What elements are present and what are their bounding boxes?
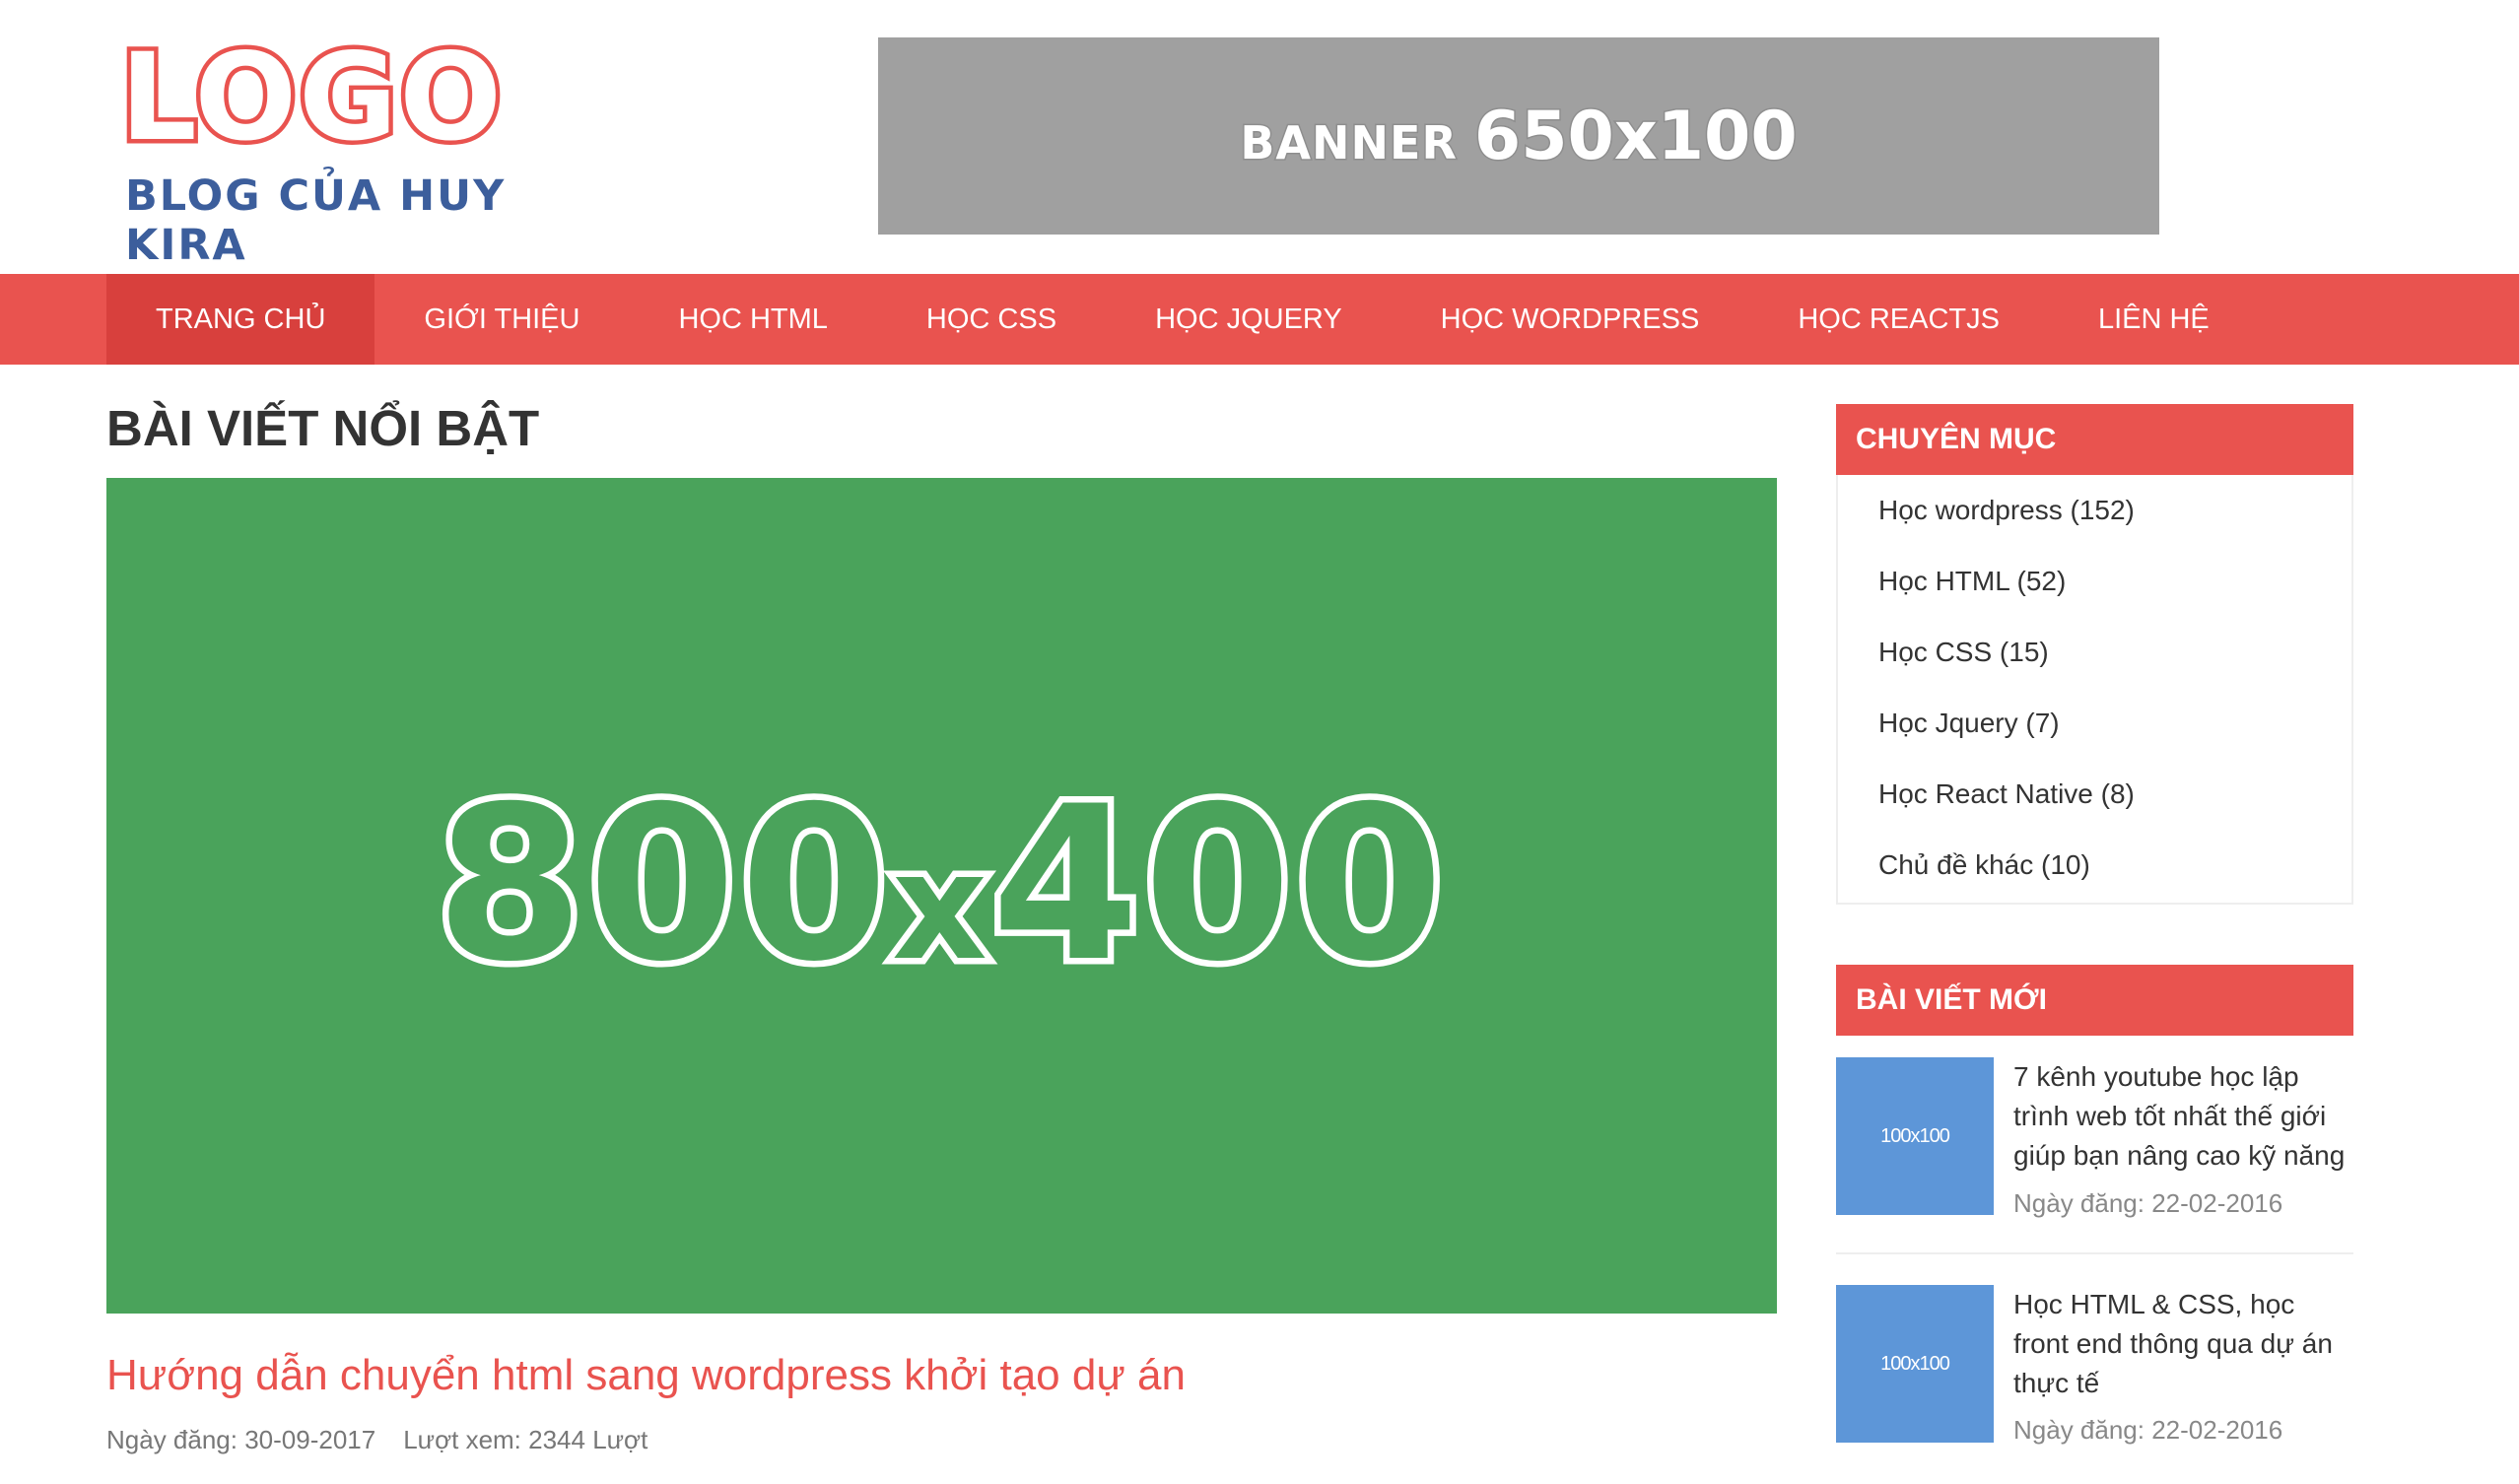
banner-label: BANNER	[1239, 114, 1459, 170]
header-banner-ad[interactable]: BANNER 650x100	[878, 37, 2159, 235]
site-logo[interactable]: LOGO BLOG CỦA HUY KIRA	[116, 28, 633, 271]
recent-post-item: 100x100 Học HTML & CSS, học front end th…	[1836, 1285, 2353, 1482]
image-height-text: 400	[985, 760, 1450, 1008]
nav-item-home[interactable]: TRANG CHỦ	[106, 274, 375, 365]
featured-section-title: BÀI VIẾT NỔI BẬT	[106, 400, 540, 456]
recent-posts-widget-title: BÀI VIẾT MỚI	[1836, 965, 2353, 1036]
nav-item-jquery[interactable]: HỌC JQUERY	[1106, 274, 1392, 365]
nav-item-html[interactable]: HỌC HTML	[629, 274, 876, 365]
recent-post-thumbnail[interactable]: 100x100	[1836, 1285, 1994, 1443]
category-item-html[interactable]: Học HTML (52)	[1838, 546, 2351, 617]
logo-tagline: BLOG CỦA HUY KIRA	[125, 171, 507, 270]
nav-item-contact[interactable]: LIÊN HỆ	[2049, 274, 2259, 365]
nav-item-css[interactable]: HỌC CSS	[877, 274, 1106, 365]
category-item-jquery[interactable]: Học Jquery (7)	[1838, 688, 2351, 759]
categories-widget-title: CHUYÊN MỤC	[1836, 404, 2353, 475]
nav-item-about[interactable]: GIỚI THIỆU	[374, 274, 629, 365]
post-views: Lượt xem: 2344 Lượt	[403, 1425, 648, 1454]
banner-placeholder-text: BANNER 650x100	[1239, 96, 1799, 176]
recent-post-thumbnail[interactable]: 100x100	[1836, 1057, 1994, 1215]
featured-post-title-link[interactable]: Hướng dẫn chuyển html sang wordpress khở…	[106, 1348, 1186, 1403]
recent-post-date: Ngày đăng: 22-02-2016	[2013, 1188, 2283, 1218]
nav-item-reactjs[interactable]: HỌC REACTJS	[1748, 274, 2049, 365]
category-item-other[interactable]: Chủ đề khác (10)	[1838, 830, 2351, 901]
main-navigation: TRANG CHỦ GIỚI THIỆU HỌC HTML HỌC CSS HỌ…	[0, 274, 2519, 365]
logo-wordmark: LOGO	[116, 28, 507, 168]
featured-post-image[interactable]: 800x400	[106, 478, 1777, 1314]
banner-size: 650x100	[1472, 96, 1799, 176]
image-x-text: x	[886, 815, 994, 999]
nav-item-wordpress[interactable]: HỌC WORDPRESS	[1392, 274, 1749, 365]
image-width-text: 800	[430, 760, 895, 1008]
category-item-css[interactable]: Học CSS (15)	[1838, 617, 2351, 688]
post-date: Ngày đăng: 30-09-2017	[106, 1425, 376, 1454]
recent-post-title-link[interactable]: 7 kênh youtube học lập trình web tốt nhấ…	[2013, 1057, 2353, 1176]
category-item-wordpress[interactable]: Học wordpress (152)	[1838, 475, 2351, 546]
featured-post-meta: Ngày đăng: 30-09-2017 Lượt xem: 2344 Lượ…	[106, 1423, 647, 1456]
featured-image-placeholder-text: 800x400	[430, 772, 1451, 1014]
recent-post-item: 100x100 7 kênh youtube học lập trình web…	[1836, 1057, 2353, 1254]
recent-post-date: Ngày đăng: 22-02-2016	[2013, 1415, 2283, 1445]
categories-list: Học wordpress (152) Học HTML (52) Học CS…	[1836, 475, 2353, 905]
recent-post-title-link[interactable]: Học HTML & CSS, học front end thông qua …	[2013, 1285, 2353, 1403]
category-item-react-native[interactable]: Học React Native (8)	[1838, 759, 2351, 830]
